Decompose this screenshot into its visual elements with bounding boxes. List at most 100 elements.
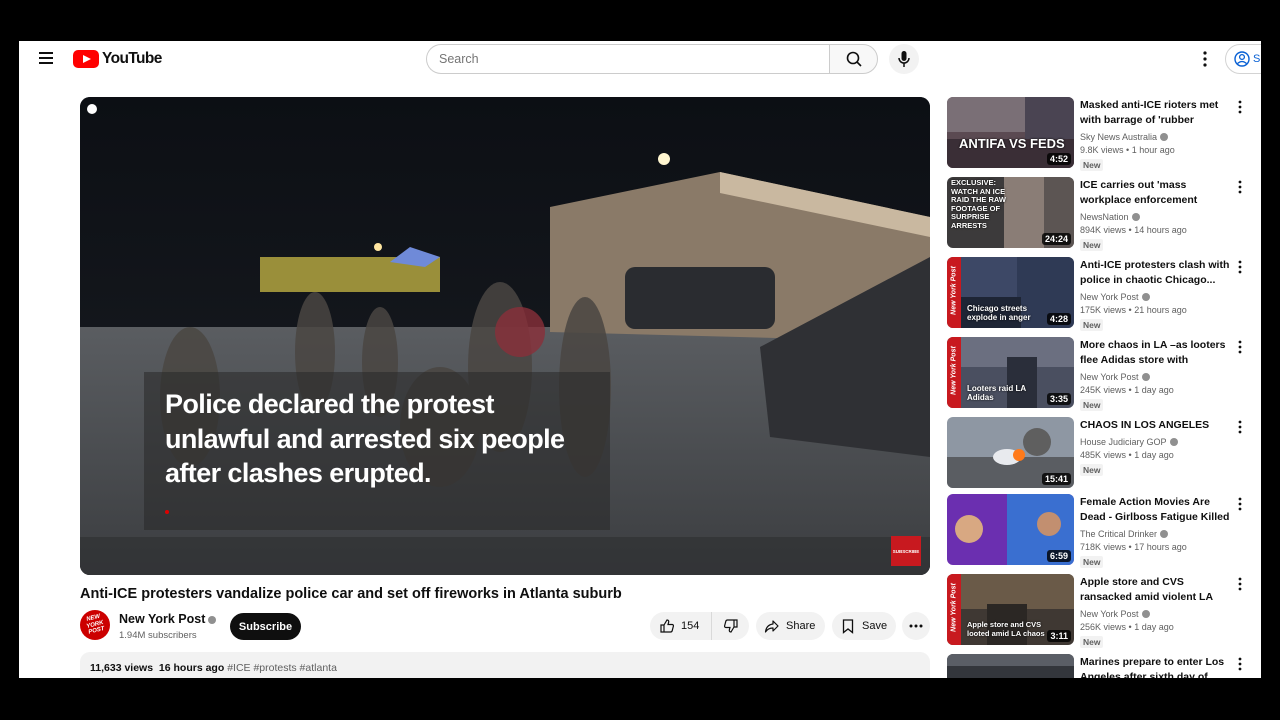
masthead: YouTube S — [19, 41, 1261, 77]
subscriber-count: 1.94M subscribers — [119, 630, 197, 641]
video-title: Anti-ICE protesters vandalize police car… — [80, 586, 622, 602]
verified-icon — [208, 616, 217, 624]
video-title: Masked anti-ICE rioters met with barrage… — [1080, 99, 1219, 126]
voice-search-button[interactable] — [889, 44, 919, 74]
verified-icon — [1141, 373, 1150, 381]
sign-in-label: S — [1253, 53, 1261, 65]
video-duration: 3:11 — [1047, 630, 1071, 642]
more-vertical-icon[interactable] — [1233, 656, 1247, 672]
video-meta: 485K views • 1 day ago — [1080, 450, 1174, 460]
save-button[interactable]: Save — [832, 612, 896, 640]
video-thumbnail[interactable]: ANTIFA VS FEDS 4:52 — [947, 97, 1074, 168]
channel-name-text: Sky News Australia — [1080, 132, 1158, 142]
video-thumbnail[interactable]: EXCLUSIVE: WATCH AN ICE RAID THE RAW FOO… — [947, 177, 1074, 248]
more-vertical-icon[interactable] — [1233, 419, 1247, 435]
video-meta: 894K views • 14 hours ago — [1080, 225, 1187, 235]
description-box[interactable]: 11,633 views 16 hours ago #ICE #protests… — [80, 652, 930, 678]
video-player[interactable]: Police declared the protest unlawful and… — [80, 97, 930, 575]
recommended-video[interactable]: EXCLUSIVE: WATCH AN ICE RAID THE RAW FOO… — [947, 177, 1247, 251]
verified-icon — [1141, 293, 1150, 301]
more-vertical-icon[interactable] — [1233, 99, 1247, 115]
more-vertical-icon[interactable] — [1233, 179, 1247, 195]
verified-icon — [1169, 438, 1178, 446]
publisher-band: New York Post — [947, 337, 961, 408]
channel-name-text: New York Post — [1080, 372, 1139, 382]
settings-more-icon[interactable] — [1195, 49, 1215, 69]
recommended-video[interactable]: New York Post Chicago streets explode in… — [947, 257, 1247, 331]
video-title: Anti-ICE protesters clash with police in… — [1080, 259, 1230, 286]
subscribe-watermark[interactable]: SUBSCRIBE — [891, 536, 921, 566]
video-meta: 245K views • 1 day ago — [1080, 385, 1174, 395]
more-vertical-icon[interactable] — [1233, 576, 1247, 592]
more-actions-button[interactable] — [902, 612, 930, 640]
menu-icon[interactable] — [35, 49, 57, 69]
video-meta: 256K views • 1 day ago — [1080, 622, 1174, 632]
more-horizontal-icon — [909, 624, 923, 628]
upload-age: 1 hour ago — [1131, 145, 1175, 155]
video-meta: 175K views • 21 hours ago — [1080, 305, 1187, 315]
channel-name-text: House Judiciary GOP — [1080, 437, 1167, 447]
search-input[interactable] — [426, 44, 830, 74]
thumbs-up-icon — [660, 619, 675, 633]
more-vertical-icon[interactable] — [1233, 259, 1247, 275]
hashtags[interactable]: #ICE #protests #atlanta — [227, 662, 337, 674]
video-meta: 718K views • 17 hours ago — [1080, 542, 1187, 552]
more-vertical-icon[interactable] — [1233, 339, 1247, 355]
view-count: 718K views — [1080, 542, 1127, 552]
channel-name-text: NewsNation — [1080, 212, 1129, 222]
view-count: 894K views — [1080, 225, 1127, 235]
video-title: ICE carries out 'mass workplace enforcem… — [1080, 179, 1198, 206]
upload-age: 14 hours ago — [1134, 225, 1187, 235]
recommended-video[interactable]: New York Post Apple store and CVS looted… — [947, 574, 1247, 648]
subscribe-button[interactable]: Subscribe — [230, 613, 301, 640]
channel-name: New York Post — [1080, 372, 1150, 382]
channel-name[interactable]: New York Post — [119, 612, 217, 626]
video-thumbnail[interactable]: New York Post Looters raid LA Adidas 3:3… — [947, 337, 1074, 408]
like-button[interactable]: 154 — [650, 612, 712, 640]
new-badge: New — [1080, 239, 1104, 251]
channel-avatar[interactable]: NEW YORK POST — [80, 610, 110, 640]
channel-name: House Judiciary GOP — [1080, 437, 1178, 447]
like-count: 154 — [681, 620, 700, 632]
recommended-video[interactable]: ANTIFA VS FEDS 4:52 Masked anti-ICE riot… — [947, 97, 1247, 171]
recommended-video[interactable]: 6:59 Female Action Movies Are Dead - Gir… — [947, 494, 1247, 568]
dislike-button[interactable] — [712, 612, 749, 640]
publisher-band-text: New York Post — [950, 583, 958, 632]
video-meta: 9.8K views • 1 hour ago — [1080, 145, 1175, 155]
video-duration: 24:24 — [1041, 233, 1071, 245]
video-title: More chaos in LA –as looters flee Adidas… — [1080, 339, 1226, 366]
search-button[interactable] — [829, 44, 878, 74]
channel-name: The Critical Drinker — [1080, 529, 1169, 539]
logo-text: YouTube — [102, 50, 162, 67]
new-badge: New — [1080, 159, 1104, 171]
video-thumbnail[interactable]: 15:41 — [947, 417, 1074, 488]
video-thumbnail[interactable]: New York Post Chicago streets explode in… — [947, 257, 1074, 328]
video-title: CHAOS IN LOS ANGELES — [1080, 419, 1210, 431]
video-duration: 6:59 — [1046, 550, 1071, 562]
recommended-video[interactable]: Marines prepare to enter Los Angeles aft… — [947, 654, 1247, 678]
more-vertical-icon[interactable] — [1233, 496, 1247, 512]
video-caption: Police declared the protest unlawful and… — [165, 389, 565, 488]
publisher-band: New York Post — [947, 257, 961, 328]
new-badge: New — [1080, 464, 1104, 476]
sign-in-button[interactable]: S — [1225, 44, 1261, 74]
recommended-video[interactable]: New York Post Looters raid LA Adidas 3:3… — [947, 337, 1247, 411]
search-icon — [846, 51, 862, 67]
caption-marker — [165, 510, 169, 514]
recommended-video[interactable]: 15:41 CHAOS IN LOS ANGELES House Judicia… — [947, 417, 1247, 491]
youtube-logo[interactable]: YouTube — [73, 49, 162, 69]
channel-name: New York Post — [1080, 292, 1150, 302]
video-title: Apple store and CVS ransacked amid viole… — [1080, 576, 1213, 603]
video-thumbnail[interactable]: New York Post Apple store and CVS looted… — [947, 574, 1074, 645]
video-title: Marines prepare to enter Los Angeles aft… — [1080, 656, 1225, 678]
verified-icon — [1160, 133, 1169, 141]
video-thumbnail[interactable]: 6:59 — [947, 494, 1074, 565]
video-duration: 15:41 — [1041, 473, 1071, 485]
video-duration: 3:35 — [1046, 393, 1071, 405]
channel-name: Sky News Australia — [1080, 132, 1169, 142]
thumbnail-text: Chicago streets explode in anger — [967, 304, 1031, 322]
channel-logo-text: NEW YORK POST — [85, 613, 106, 636]
share-button[interactable]: Share — [756, 612, 825, 640]
video-thumbnail[interactable] — [947, 654, 1074, 678]
account-icon — [1234, 51, 1250, 67]
